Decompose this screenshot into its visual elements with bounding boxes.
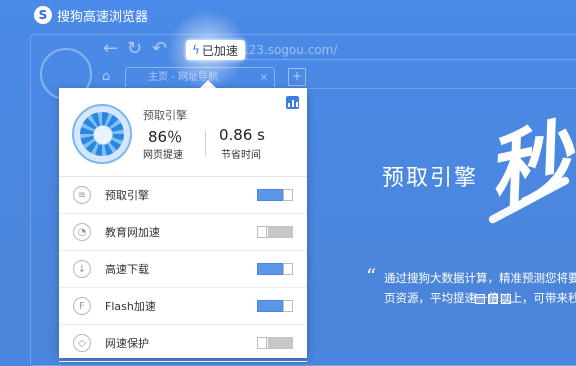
- address-url: 123.sogou.com/: [241, 43, 338, 57]
- toggle-knob: [283, 300, 293, 312]
- feature-toggle[interactable]: [257, 226, 293, 238]
- accelerated-badge[interactable]: ϟ 已加速: [186, 40, 245, 60]
- feature-toggle[interactable]: [257, 263, 293, 275]
- feature-label: 高速下载: [105, 263, 149, 276]
- shield-icon: ◇: [73, 334, 91, 352]
- feature-row: ◔ 教育网加速: [59, 214, 307, 251]
- lightning-icon: ϟ: [192, 43, 200, 57]
- refresh-icon: ↻: [127, 38, 143, 59]
- feature-toggle[interactable]: [257, 189, 293, 201]
- saved-time-value: 0.86 s: [219, 126, 265, 144]
- undo-icon: ↶: [152, 38, 168, 59]
- engine-title: 预取引擎: [143, 109, 187, 122]
- new-tab-icon: +: [288, 68, 306, 86]
- feature-label: 教育网加速: [105, 226, 160, 239]
- download-icon: ↓: [73, 260, 91, 278]
- panel-pointer: [200, 80, 216, 88]
- feature-row: ≡ 预取引擎: [59, 177, 307, 214]
- toggle-knob: [283, 189, 293, 201]
- speedup-value: 86％: [148, 128, 183, 146]
- address-bar: 123.sogou.com/: [235, 41, 576, 60]
- toggle-knob: [283, 263, 293, 275]
- toggle-knob: [257, 226, 267, 238]
- saved-time-label: 节省时间: [221, 150, 261, 161]
- sogou-logo-icon: S: [34, 6, 52, 24]
- home-icon: ⌂: [102, 69, 111, 84]
- promo-title: 预取引擎: [382, 166, 479, 191]
- speedup-label: 网页提速: [143, 150, 183, 161]
- promo-mini-icons: [475, 294, 511, 304]
- feature-label: Flash加速: [105, 300, 156, 313]
- flash-icon: F: [73, 297, 91, 315]
- feature-row: ◇ 网速保护: [59, 325, 307, 362]
- title-bar: S 搜狗高速浏览器: [0, 0, 576, 30]
- page-icon: ≡: [73, 186, 91, 204]
- feature-row: ↓ 高速下载: [59, 251, 307, 288]
- quote-icon: “: [366, 264, 377, 288]
- promo-line-1: 通过搜狗大数据计算，精准预测您将要: [384, 271, 576, 285]
- feature-toggle[interactable]: [257, 300, 293, 312]
- feature-row: F Flash加速: [59, 288, 307, 325]
- feature-toggle[interactable]: [257, 337, 293, 349]
- feature-label: 预取引擎: [105, 189, 149, 202]
- gauge-icon: ◔: [73, 223, 91, 241]
- tab-close-icon: ×: [259, 72, 268, 83]
- app-title: 搜狗高速浏览器: [57, 9, 149, 25]
- feature-list: ≡ 预取引擎 ◔ 教育网加速 ↓ 高速下载 F Flash加速 ◇ 网速保护: [59, 177, 307, 362]
- toggle-knob: [257, 337, 267, 349]
- stats-icon[interactable]: [286, 96, 299, 109]
- metric-divider: [205, 130, 206, 156]
- badge-label: 已加速: [201, 43, 238, 58]
- feature-label: 网速保护: [105, 337, 149, 350]
- speed-dial-icon: [72, 104, 132, 164]
- back-arrow-icon: ←: [103, 38, 119, 59]
- acceleration-panel: 预取引擎 86％ 网页提速 0.86 s 节省时间 ≡ 预取引擎 ◔ 教育网加速 ↓ 高速…: [59, 88, 307, 362]
